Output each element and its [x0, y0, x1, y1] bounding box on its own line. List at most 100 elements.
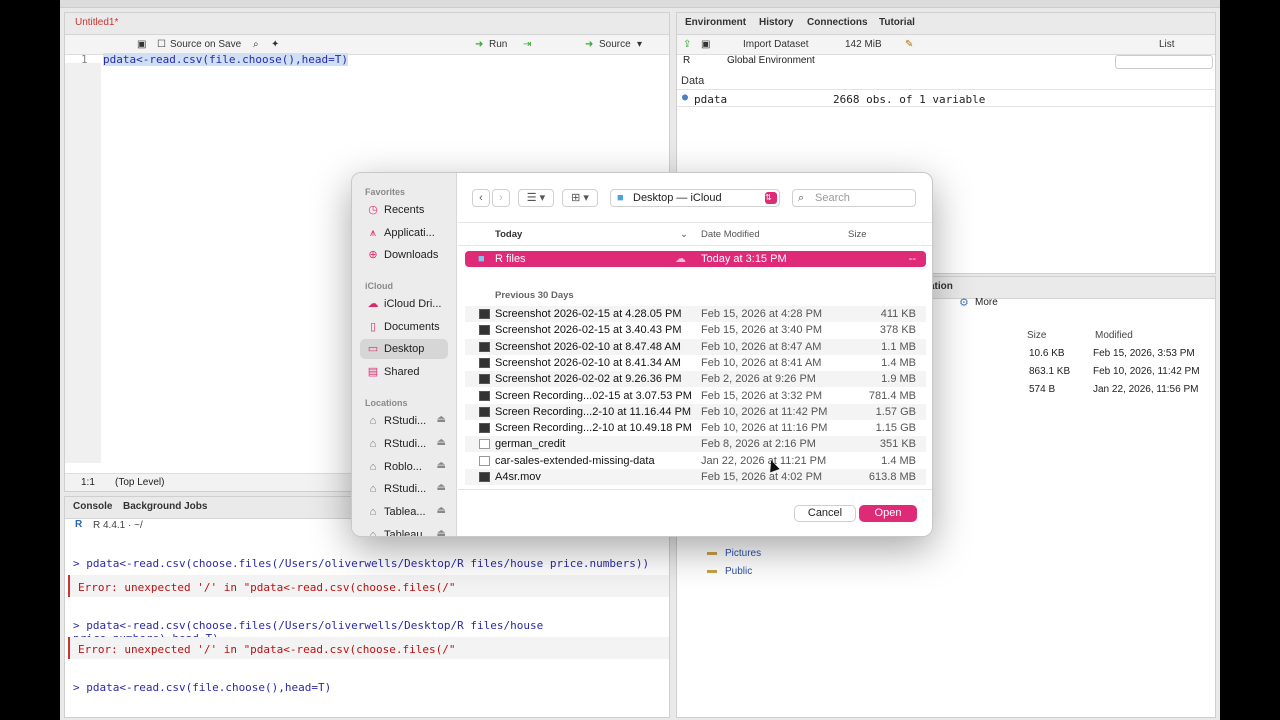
source-button[interactable]: Source: [599, 39, 631, 50]
open-button[interactable]: Open: [859, 505, 917, 522]
file-row[interactable]: Screenshot 2026-02-15 at 3.40.43 PM Feb 1…: [465, 322, 926, 338]
environment-search-input[interactable]: [1115, 55, 1213, 69]
code-line[interactable]: pdata<-read.csv(file.choose(),head=T): [103, 53, 349, 66]
name-column-header[interactable]: Today: [495, 229, 522, 240]
sidebar-item-label: Applicati...: [384, 227, 435, 239]
chevron-down-icon[interactable]: ▾: [637, 39, 642, 50]
sidebar-item-location[interactable]: ⌂ RStudi... ⏏: [360, 411, 448, 431]
file-row-selected[interactable]: ■ R files ☁ Today at 3:15 PM --: [465, 251, 926, 267]
load-icon[interactable]: ⇪: [683, 39, 691, 50]
language-selector[interactable]: R: [683, 55, 690, 66]
variable-value: 2668 obs. of 1 variable: [833, 93, 986, 106]
sidebar-item-icloud-drive[interactable]: ☁ iCloud Dri...: [360, 294, 448, 314]
sidebar-item-location[interactable]: ⌂ Roblo... ⏏: [360, 457, 448, 477]
tab-history[interactable]: History: [759, 17, 793, 28]
file-row[interactable]: Screenshot 2026-02-15 at 4.28.05 PM Feb 1…: [465, 306, 926, 322]
grid-view-button[interactable]: ⊞ ▾: [562, 189, 598, 207]
rerun-icon[interactable]: ⇥: [523, 39, 531, 50]
eject-icon[interactable]: ⏏: [437, 482, 446, 493]
sidebar-item-shared[interactable]: ▤ Shared: [360, 362, 448, 382]
file-size: 1.4 MB: [881, 454, 916, 467]
wand-icon[interactable]: ✦: [271, 39, 279, 50]
tab-environment[interactable]: Environment: [685, 17, 746, 28]
sidebar-item-location[interactable]: ⌂ Tableau... ⏏: [360, 525, 448, 537]
file-row[interactable]: Screen Recording...2-10 at 10.49.18 PM Fe…: [465, 420, 926, 436]
size-column-header[interactable]: Size: [1027, 330, 1046, 341]
sidebar-item-documents[interactable]: ▯ Documents: [360, 317, 448, 337]
forward-button[interactable]: ›: [492, 189, 510, 207]
file-date: Feb 10, 2026 at 8:41 AM: [701, 356, 822, 369]
list-view-button[interactable]: ☰ ▾: [518, 189, 554, 207]
file-name: Screenshot 2026-02-15 at 3.40.43 PM: [495, 324, 682, 337]
save-icon[interactable]: ▣: [701, 39, 710, 50]
tab-connections[interactable]: Connections: [807, 17, 868, 28]
more-menu[interactable]: More: [975, 297, 998, 308]
top-toolbar-strip: [60, 0, 1220, 8]
sidebar-item-desktop[interactable]: ▭ Desktop: [360, 339, 448, 359]
sidebar-item-location[interactable]: ⌂ Tablea... ⏏: [360, 502, 448, 522]
variable-row[interactable]: ● pdata 2668 obs. of 1 variable: [677, 89, 1215, 107]
dialog-sidebar: Favorites ◷ Recents ⩚ Applicati... ⊕ Downlo…: [352, 173, 457, 537]
expand-icon[interactable]: ●: [682, 92, 688, 103]
file-row[interactable]: Screenshot 2026-02-02 at 9.26.36 PM Feb 2…: [465, 371, 926, 388]
folder-link[interactable]: Public: [725, 566, 752, 577]
sidebar-item-location[interactable]: ⌂ RStudi... ⏏: [360, 479, 448, 499]
search-icon[interactable]: ⌕: [253, 39, 259, 50]
sidebar-item-label: Shared: [384, 366, 420, 378]
file-row[interactable]: Screen Recording...2-10 at 11.16.44 PM Fe…: [465, 403, 926, 420]
modified-column-header[interactable]: Modified: [1095, 330, 1133, 341]
sidebar-item-location[interactable]: ⌂ RStudi... ⏏: [360, 434, 448, 454]
eject-icon[interactable]: ⏏: [437, 414, 446, 425]
sidebar-item-recents[interactable]: ◷ Recents: [360, 200, 448, 220]
tab-background-jobs[interactable]: Background Jobs: [123, 501, 207, 512]
sort-chevron-icon[interactable]: ⌄: [680, 229, 688, 240]
file-row[interactable]: Screenshot 2026-02-10 at 8.41.34 AM Feb 1…: [465, 355, 926, 371]
scope-selector[interactable]: Global Environment: [727, 55, 815, 66]
tab-tutorial[interactable]: Tutorial: [879, 17, 915, 28]
gear-icon[interactable]: ⚙: [959, 296, 969, 309]
file-name: car-sales-extended-missing-data: [495, 454, 655, 467]
file-row[interactable]: Screenshot 2026-02-10 at 8.47.48 AM Feb 1…: [465, 338, 926, 355]
cancel-button[interactable]: Cancel: [794, 505, 856, 522]
sidebar-item-label: RStudi...: [384, 415, 427, 427]
eject-icon[interactable]: ⏏: [437, 460, 446, 471]
disk-icon: ⌂: [369, 461, 377, 473]
tab-console[interactable]: Console: [73, 501, 112, 512]
run-button[interactable]: Run: [489, 39, 507, 50]
console-command[interactable]: > pdata<-read.csv(file.choose(),head=T): [73, 681, 331, 694]
back-button[interactable]: ‹: [472, 189, 490, 207]
broom-icon[interactable]: ✎: [905, 39, 913, 50]
file-name: Screenshot 2026-02-15 at 4.28.05 PM: [495, 308, 682, 320]
file-thumbnail-icon: [479, 472, 490, 482]
console-error: Error: unexpected '/' in "pdata<-read.cs…: [78, 643, 456, 656]
sidebar-item-downloads[interactable]: ⊕ Downloads: [360, 245, 448, 265]
file-row[interactable]: german_credit Feb 8, 2026 at 2:16 PM 351 K…: [465, 436, 926, 453]
save-icon[interactable]: ▣: [137, 39, 146, 50]
sidebar-item-applications[interactable]: ⩚ Applicati...: [360, 223, 448, 243]
sidebar-item-label: Tableau...: [384, 529, 432, 537]
import-dataset-button[interactable]: Import Dataset: [743, 39, 809, 50]
file-name: Screenshot 2026-02-10 at 8.41.34 AM: [495, 356, 681, 369]
search-field[interactable]: ⌕ Search: [792, 189, 916, 207]
file-date: Feb 15, 2026 at 4:02 PM: [701, 471, 823, 483]
date-column-header[interactable]: Date Modified: [701, 229, 760, 240]
file-row[interactable]: car-sales-extended-missing-data Jan 22, 2…: [465, 453, 926, 469]
sidebar-item-label: RStudi...: [384, 483, 427, 495]
file-row[interactable]: Screen Recording...02-15 at 3.07.53 PM Fe…: [465, 388, 926, 404]
folder-link[interactable]: Pictures: [725, 548, 761, 559]
scope-indicator[interactable]: (Top Level): [115, 477, 164, 488]
list-view-dropdown[interactable]: List: [1159, 39, 1175, 50]
memory-usage[interactable]: 142 MiB: [845, 39, 882, 50]
file-date: Today at 3:15 PM: [701, 253, 787, 265]
file-size: 1.57 GB: [875, 405, 916, 418]
eject-icon[interactable]: ⏏: [437, 505, 446, 516]
eject-icon[interactable]: ⏏: [437, 437, 446, 448]
source-on-save-checkbox[interactable]: ☐: [157, 39, 166, 50]
file-name: Screen Recording...2-10 at 11.16.44 PM: [495, 405, 692, 418]
eject-icon[interactable]: ⏏: [437, 528, 446, 536]
file-row[interactable]: A4sr.mov Feb 15, 2026 at 4:02 PM 613.8 MB: [465, 469, 926, 485]
size-column-header[interactable]: Size: [848, 229, 866, 240]
location-popup[interactable]: ■ Desktop — iCloud ⇅: [610, 189, 780, 207]
tab-untitled1[interactable]: Untitled1*: [75, 17, 118, 28]
file-date: Feb 15, 2026 at 3:40 PM: [701, 324, 823, 337]
